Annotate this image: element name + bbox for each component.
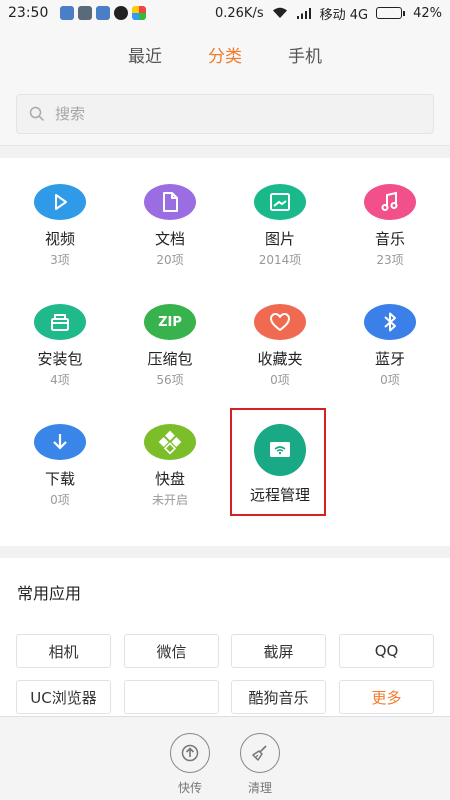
category-count: 0项 <box>380 373 400 387</box>
category-count: 0项 <box>50 493 70 507</box>
category-document[interactable]: 文档 20项 <box>114 158 226 268</box>
bottom-toolbar: 快传 清理 <box>0 716 450 800</box>
browser-notification-icon <box>132 6 147 20</box>
app-kugou-music[interactable]: 酷狗音乐 <box>231 680 326 714</box>
category-video[interactable]: 视频 3项 <box>4 158 116 268</box>
category-image[interactable]: 图片 2014项 <box>224 158 336 268</box>
package-icon <box>51 314 69 331</box>
frequent-apps-title: 常用应用 <box>17 584 82 603</box>
app-camera[interactable]: 相机 <box>16 634 111 668</box>
frequent-apps: 常用应用 相机 微信 截屏 QQ UC浏览器 酷狗音乐 更多 <box>0 558 450 720</box>
notification-icons <box>60 6 147 20</box>
category-icon-bg <box>34 304 86 340</box>
heart-icon <box>270 313 290 331</box>
category-label: 音乐 <box>374 230 405 248</box>
send-icon <box>181 744 199 762</box>
category-count: 未开启 <box>151 493 188 507</box>
kuaipan-icon <box>158 430 182 455</box>
category-icon-bg <box>364 184 416 220</box>
category-count: 23项 <box>376 253 404 267</box>
document-icon <box>163 192 178 212</box>
tool-icon-circle <box>240 733 280 773</box>
category-download[interactable]: 下载 0项 <box>4 398 116 508</box>
category-label: 蓝牙 <box>374 350 405 368</box>
tab-category[interactable]: 分类 <box>208 42 242 67</box>
highlight-box <box>230 408 326 516</box>
category-kuaipan[interactable]: 快盘 未开启 <box>114 398 226 508</box>
zip-icon: ZIP <box>158 314 182 330</box>
category-icon-bg <box>144 424 196 460</box>
category-label: 下载 <box>44 470 75 488</box>
battery-percent: 42% <box>413 5 442 21</box>
search-box[interactable] <box>16 94 434 134</box>
status-time: 23:50 <box>8 5 49 21</box>
app-wechat[interactable]: 微信 <box>124 634 219 668</box>
download-icon <box>53 434 67 450</box>
app-uc-browser[interactable]: UC浏览器 <box>16 680 111 714</box>
tab-recent[interactable]: 最近 <box>128 42 162 67</box>
app-placeholder[interactable] <box>124 680 219 714</box>
clean-button[interactable]: 清理 <box>236 733 284 796</box>
gallery-notification-icon <box>78 6 93 20</box>
quick-send-button[interactable]: 快传 <box>166 733 214 796</box>
status-left: 23:50 <box>8 5 147 21</box>
category-bluetooth[interactable]: 蓝牙 0项 <box>334 278 446 388</box>
signal-icon <box>296 8 311 19</box>
tool-icon-circle <box>170 733 210 773</box>
image-icon <box>270 193 290 211</box>
category-label: 收藏夹 <box>257 350 303 368</box>
category-label: 压缩包 <box>147 350 193 368</box>
category-count: 2014项 <box>258 253 302 267</box>
qq-notification-icon <box>114 6 129 20</box>
category-count: 4项 <box>50 373 70 387</box>
category-label: 安装包 <box>37 350 83 368</box>
app-notification-icon <box>96 6 111 20</box>
wifi-icon <box>272 7 287 18</box>
category-favorites[interactable]: 收藏夹 0项 <box>224 278 336 388</box>
category-package[interactable]: 安装包 4项 <box>4 278 116 388</box>
category-label: 文档 <box>154 230 185 248</box>
category-icon-bg: ZIP <box>144 304 196 340</box>
bluetooth-icon <box>384 312 396 332</box>
category-icon-bg <box>34 424 86 460</box>
search-area <box>0 82 450 146</box>
category-label: 视频 <box>44 230 75 248</box>
tool-label: 清理 <box>247 781 272 795</box>
status-right: 0.26K/s 移动 4G 42% <box>215 4 442 23</box>
status-bar: 23:50 0.26K/s 移动 4G 42% <box>0 0 450 26</box>
battery-icon <box>376 7 406 19</box>
category-zip[interactable]: ZIP 压缩包 56项 <box>114 278 226 388</box>
app-qq[interactable]: QQ <box>339 634 434 668</box>
category-music[interactable]: 音乐 23项 <box>334 158 446 268</box>
category-icon-bg <box>254 184 306 220</box>
category-icon-bg <box>34 184 86 220</box>
carrier-label: 移动 4G <box>319 7 369 23</box>
search-input[interactable] <box>55 105 395 123</box>
search-icon <box>29 106 45 122</box>
app-notification-icon <box>60 6 75 20</box>
category-icon-bg <box>364 304 416 340</box>
category-label: 图片 <box>264 230 295 248</box>
app-screenshot[interactable]: 截屏 <box>231 634 326 668</box>
category-count: 20项 <box>156 253 184 267</box>
category-count: 56项 <box>156 373 184 387</box>
category-count: 0项 <box>270 373 290 387</box>
app-more-button[interactable]: 更多 <box>339 680 434 714</box>
category-grid: 视频 3项 文档 20项 图片 2014项 音乐 23项 安装包 4项 ZIP <box>0 158 450 546</box>
tool-label: 快传 <box>177 781 202 795</box>
category-icon-bg <box>254 304 306 340</box>
tab-bar: 最近 分类 手机 <box>0 26 450 82</box>
category-label: 快盘 <box>154 470 185 488</box>
broom-icon <box>252 745 267 761</box>
network-speed: 0.26K/s <box>214 5 264 21</box>
play-icon <box>55 194 67 210</box>
category-icon-bg <box>144 184 196 220</box>
tab-phone[interactable]: 手机 <box>288 42 322 67</box>
category-count: 3项 <box>50 253 70 267</box>
music-icon <box>381 191 398 211</box>
